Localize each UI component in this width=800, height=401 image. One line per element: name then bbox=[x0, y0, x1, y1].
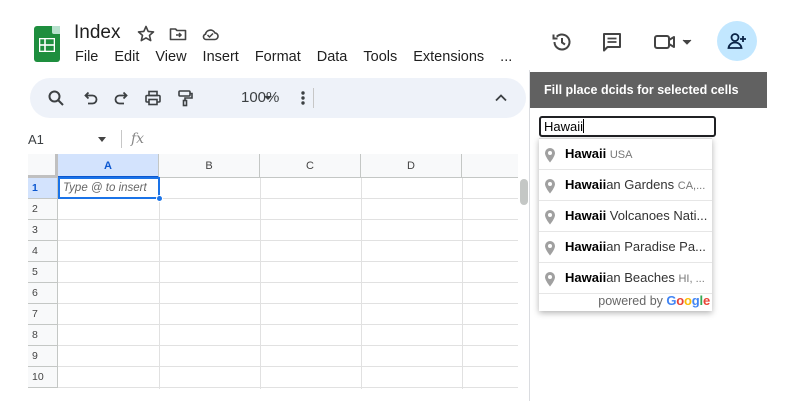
column-header-e[interactable]: E bbox=[462, 154, 518, 178]
version-history-icon[interactable] bbox=[549, 29, 575, 55]
table-row[interactable] bbox=[58, 367, 518, 388]
menu-format[interactable]: Format bbox=[255, 49, 301, 65]
more-options-icon[interactable] bbox=[293, 88, 313, 108]
add-person-icon bbox=[727, 33, 746, 49]
table-row[interactable] bbox=[58, 304, 518, 325]
suggestion-item[interactable]: Hawaiian Beaches HI, ... bbox=[539, 263, 712, 294]
row-header-7[interactable]: 7 bbox=[28, 304, 58, 325]
autocomplete-dropdown: Hawaii USA Hawaiian Gardens CA,... Hawai… bbox=[539, 138, 712, 311]
scrollbar-thumb[interactable] bbox=[520, 179, 528, 205]
comments-icon[interactable] bbox=[599, 29, 625, 55]
column-divider bbox=[462, 178, 463, 389]
menu-insert[interactable]: Insert bbox=[203, 49, 239, 65]
document-title[interactable]: Index bbox=[74, 22, 120, 44]
row-header-8[interactable]: 8 bbox=[28, 325, 58, 346]
column-divider bbox=[260, 178, 261, 389]
sidebar-title: Fill place dcids for selected cells bbox=[530, 72, 767, 108]
cloud-saved-icon[interactable] bbox=[200, 24, 220, 44]
map-pin-icon bbox=[545, 148, 555, 163]
name-box[interactable]: A1 bbox=[28, 132, 44, 147]
map-pin-icon bbox=[545, 272, 555, 287]
fx-icon: fx bbox=[131, 131, 145, 147]
share-button[interactable] bbox=[717, 21, 757, 61]
print-icon[interactable] bbox=[143, 88, 163, 108]
place-search-input[interactable]: Hawaii bbox=[539, 116, 716, 137]
row-header-10[interactable]: 10 bbox=[28, 367, 58, 388]
collapse-menus-icon[interactable] bbox=[491, 88, 511, 108]
menu-extensions[interactable]: Extensions bbox=[413, 49, 484, 65]
paint-format-icon[interactable] bbox=[175, 88, 195, 108]
column-header-b[interactable]: B bbox=[159, 154, 260, 178]
column-divider bbox=[361, 178, 362, 389]
map-pin-icon bbox=[545, 179, 555, 194]
map-pin-icon bbox=[545, 210, 555, 225]
vertical-scrollbar[interactable] bbox=[518, 177, 528, 389]
row-header-6[interactable]: 6 bbox=[28, 283, 58, 304]
suggestion-item[interactable]: Hawaii USA bbox=[539, 139, 712, 170]
fill-handle[interactable] bbox=[156, 195, 163, 202]
menu-file[interactable]: File bbox=[75, 49, 98, 65]
zoom-dropdown-icon[interactable] bbox=[258, 88, 278, 108]
formula-separator bbox=[121, 130, 122, 148]
suggestion-item[interactable]: Hawaii Volcanoes Nati... bbox=[539, 201, 712, 232]
menu-data[interactable]: Data bbox=[317, 49, 348, 65]
table-row[interactable] bbox=[58, 283, 518, 304]
table-row[interactable] bbox=[58, 199, 518, 220]
table-row[interactable] bbox=[58, 220, 518, 241]
suggestion-item[interactable]: Hawaiian Gardens CA,... bbox=[539, 170, 712, 201]
menu-edit[interactable]: Edit bbox=[114, 49, 139, 65]
table-row[interactable] bbox=[58, 241, 518, 262]
spreadsheet-grid[interactable]: A B C D E 1 2 3 4 5 6 7 8 9 10 Type @ to… bbox=[28, 154, 518, 389]
menu-tools[interactable]: Tools bbox=[363, 49, 397, 65]
row-header-9[interactable]: 9 bbox=[28, 346, 58, 367]
column-header-c[interactable]: C bbox=[260, 154, 361, 178]
table-row[interactable] bbox=[58, 346, 518, 367]
column-header-d[interactable]: D bbox=[361, 154, 462, 178]
place-dcid-sidebar: Fill place dcids for selected cells Hawa… bbox=[529, 70, 800, 401]
suggestion-item[interactable]: Hawaiian Paradise Pa... bbox=[539, 232, 712, 263]
row-header-4[interactable]: 4 bbox=[28, 241, 58, 262]
name-box-dropdown-icon[interactable] bbox=[98, 137, 106, 142]
column-header-a[interactable]: A bbox=[58, 154, 159, 178]
row-header-2[interactable]: 2 bbox=[28, 199, 58, 220]
map-pin-icon bbox=[545, 241, 555, 256]
table-row[interactable] bbox=[58, 325, 518, 346]
row-header-3[interactable]: 3 bbox=[28, 220, 58, 241]
star-icon[interactable] bbox=[136, 24, 156, 44]
text-caret bbox=[583, 119, 585, 133]
search-menus-icon[interactable] bbox=[46, 88, 66, 108]
toolbar-separator bbox=[313, 88, 314, 108]
redo-icon[interactable] bbox=[112, 88, 132, 108]
google-logo: Google bbox=[666, 293, 710, 308]
active-cell-a1[interactable]: Type @ to insert bbox=[58, 177, 160, 199]
sheets-logo-icon[interactable] bbox=[34, 26, 60, 62]
column-divider bbox=[159, 178, 160, 389]
menu-bar: File Edit View Insert Format Data Tools … bbox=[75, 49, 528, 65]
search-input-value: Hawaii bbox=[544, 119, 584, 134]
row-header-1[interactable]: 1 bbox=[28, 178, 58, 199]
move-folder-icon[interactable] bbox=[168, 24, 188, 44]
menu-more[interactable]: ... bbox=[500, 49, 512, 65]
powered-by-google: powered by Google bbox=[598, 293, 710, 308]
table-row[interactable] bbox=[58, 262, 518, 283]
undo-icon[interactable] bbox=[80, 88, 100, 108]
select-all-corner[interactable] bbox=[28, 154, 58, 178]
menu-view[interactable]: View bbox=[155, 49, 186, 65]
meet-call-button[interactable] bbox=[653, 29, 697, 55]
row-header-5[interactable]: 5 bbox=[28, 262, 58, 283]
toolbar: 100% bbox=[30, 78, 526, 118]
